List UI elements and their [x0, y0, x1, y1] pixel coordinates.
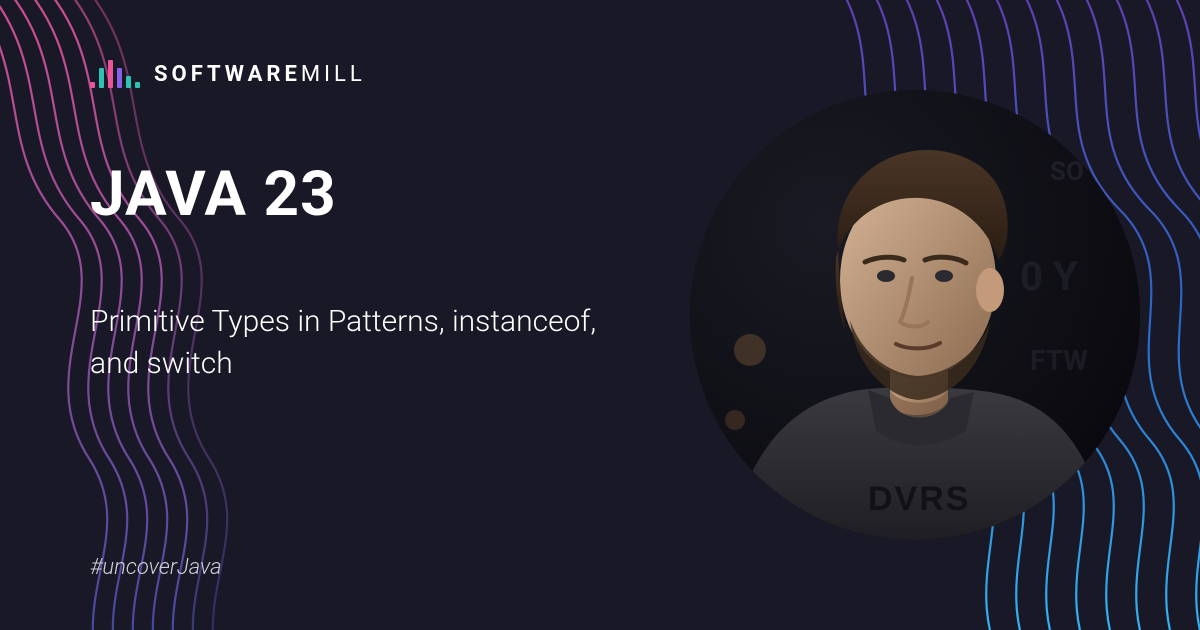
logo-bar [99, 68, 104, 88]
logo-bar [126, 76, 131, 88]
logo-mark [90, 60, 140, 88]
logo-bar [117, 68, 122, 88]
logo: SOFTWAREMILL [90, 60, 1110, 88]
logo-text-part2: MILL [301, 62, 366, 87]
logo-text: SOFTWAREMILL [154, 62, 366, 87]
logo-bar [108, 60, 113, 88]
logo-text-part1: SOFTWARE [154, 62, 301, 87]
subtitle: Primitive Types in Patterns, instanceof,… [90, 301, 610, 385]
author-avatar: SO 0 Y FTW DVRS [690, 90, 1140, 540]
hashtag: #uncoverJava [90, 555, 1110, 580]
logo-bar [90, 82, 95, 88]
logo-bar [135, 82, 140, 88]
